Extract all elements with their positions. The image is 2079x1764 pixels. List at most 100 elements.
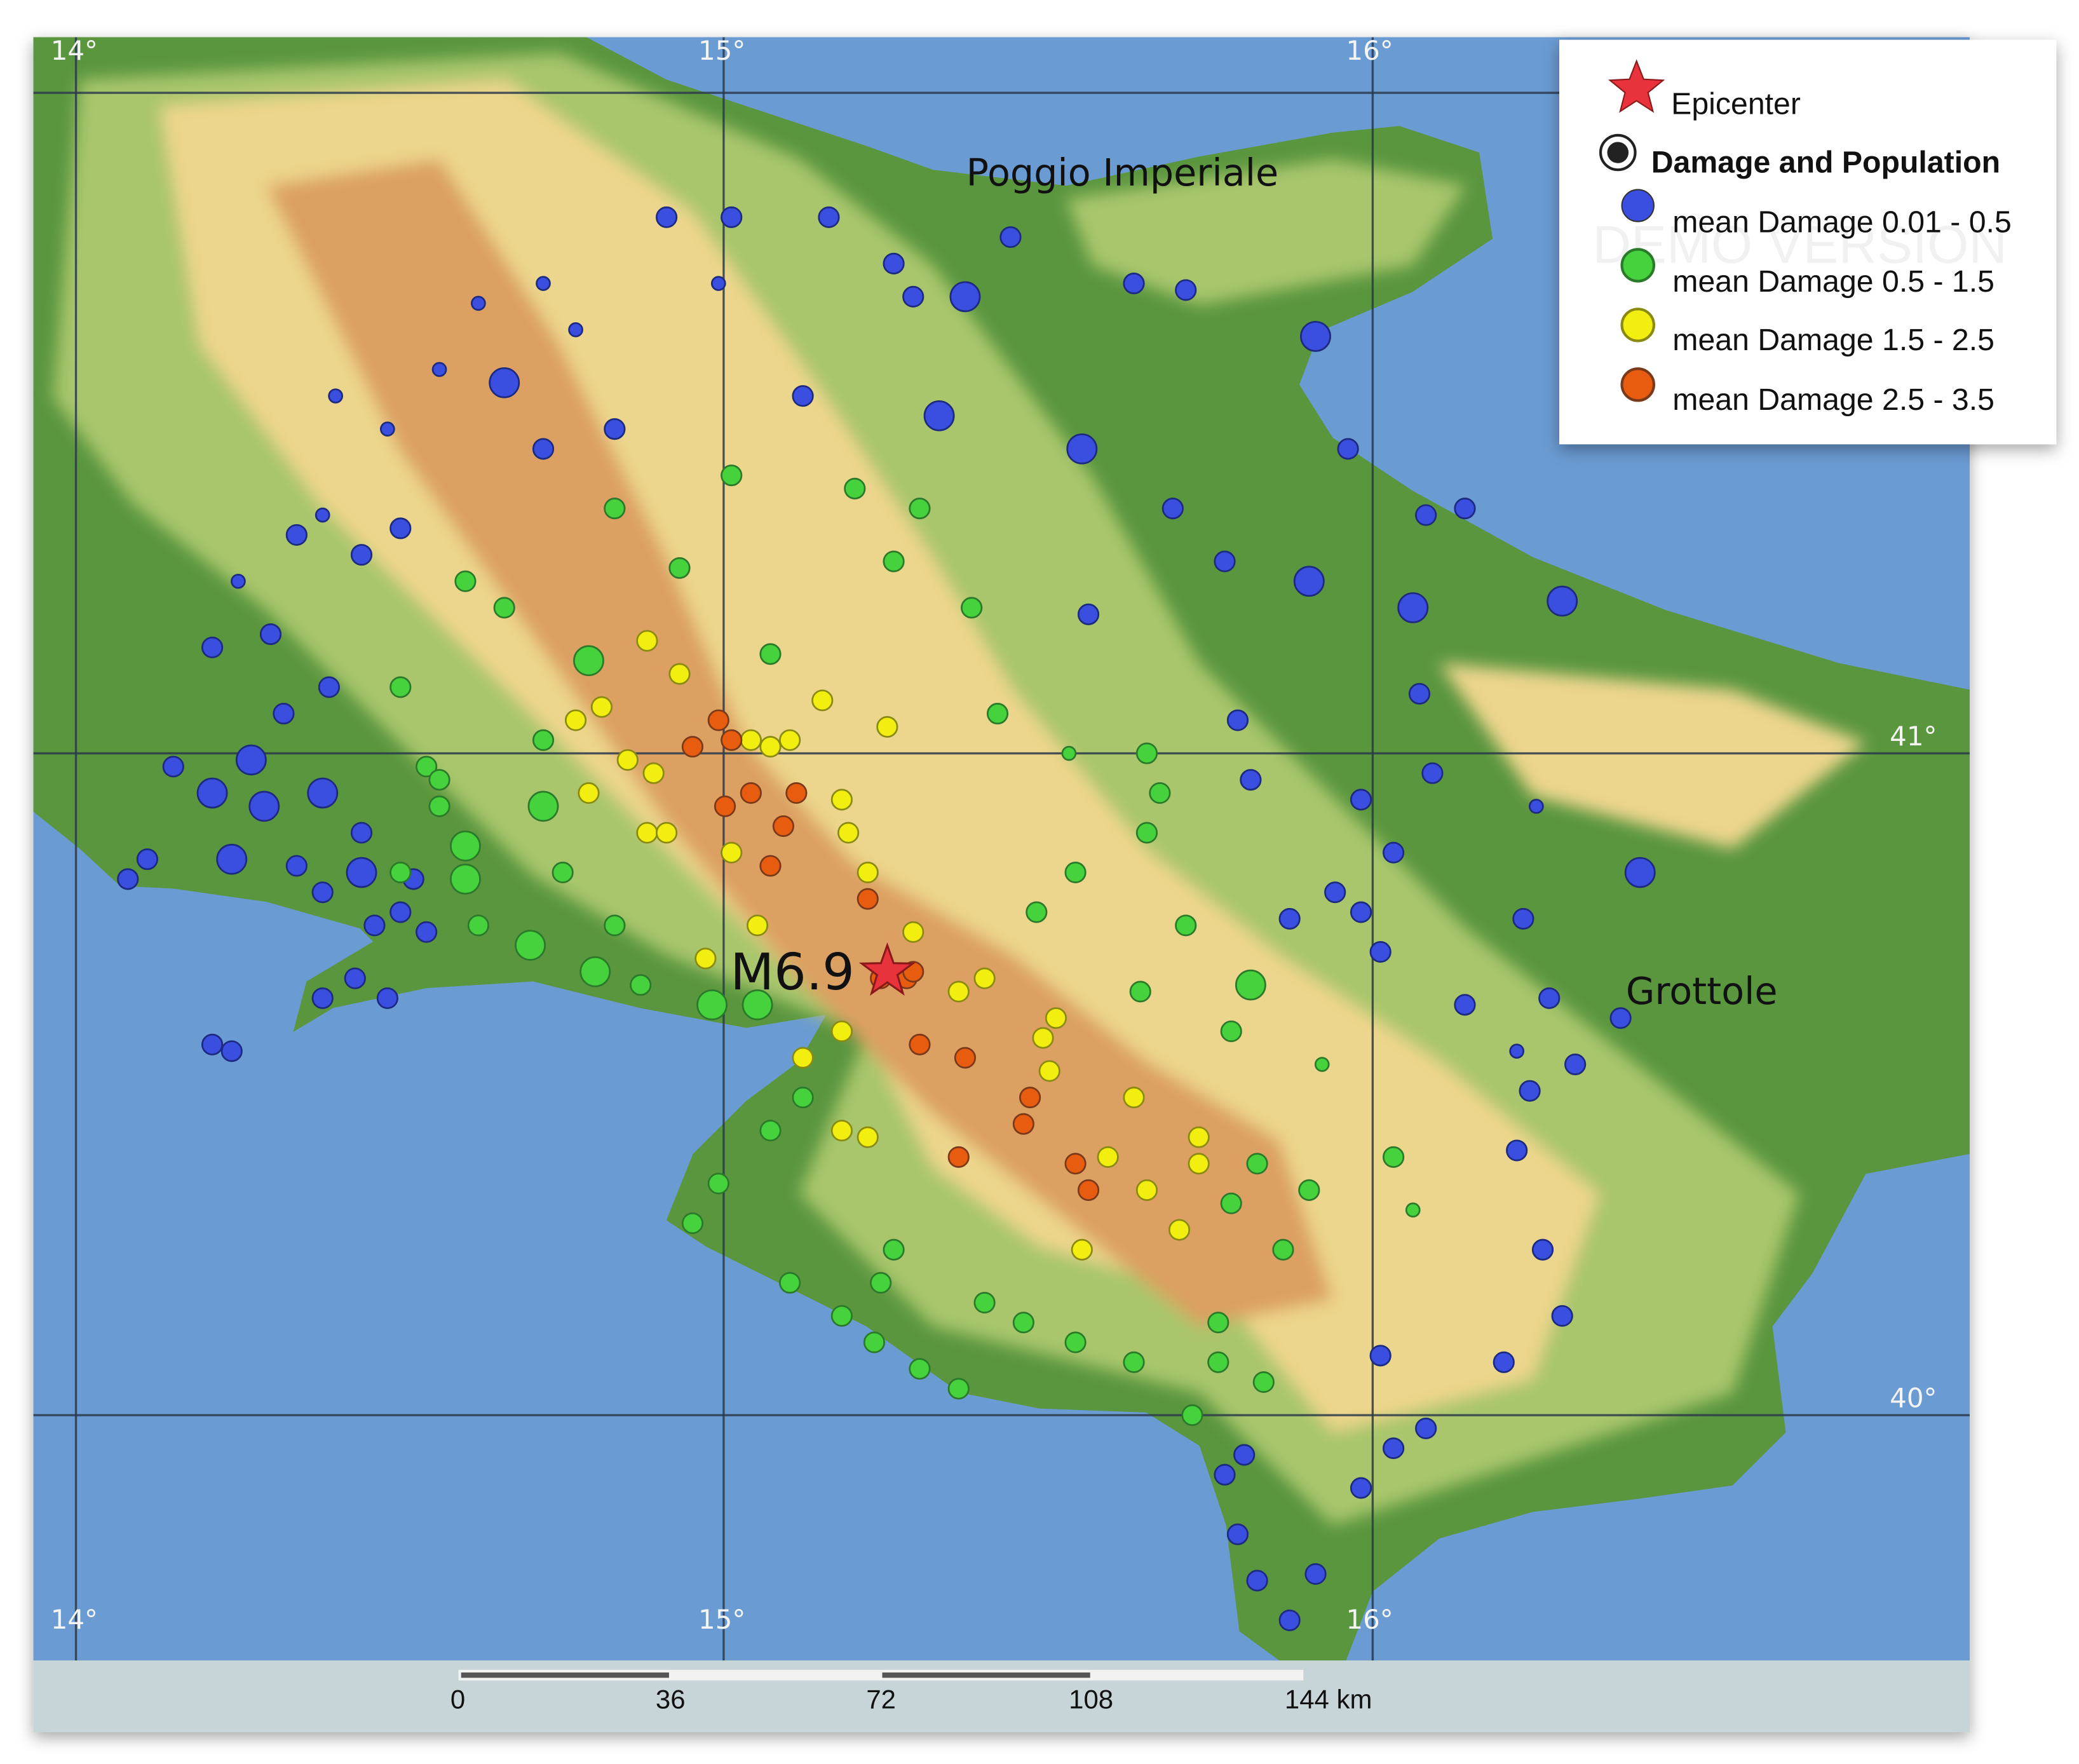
damage-point-class-0[interactable] (1214, 550, 1236, 573)
damage-point-class-1[interactable] (1061, 745, 1077, 761)
damage-point-class-0[interactable] (1421, 762, 1444, 784)
damage-point-class-0[interactable] (1538, 987, 1561, 1009)
damage-point-class-0[interactable] (489, 367, 520, 398)
damage-point-class-2[interactable] (1045, 1007, 1067, 1029)
damage-point-class-0[interactable] (710, 276, 726, 291)
damage-point-class-1[interactable] (1149, 782, 1171, 804)
damage-point-class-2[interactable] (721, 841, 743, 864)
damage-point-class-0[interactable] (1408, 682, 1431, 705)
damage-point-class-0[interactable] (363, 914, 386, 937)
damage-point-class-3[interactable] (954, 1047, 977, 1069)
damage-point-class-0[interactable] (1509, 1043, 1525, 1059)
damage-point-class-1[interactable] (681, 1212, 704, 1235)
damage-point-class-2[interactable] (1168, 1219, 1191, 1241)
damage-point-class-0[interactable] (1123, 273, 1145, 295)
damage-point-class-0[interactable] (344, 967, 366, 989)
damage-point-class-0[interactable] (1547, 585, 1578, 617)
damage-point-class-0[interactable] (1337, 438, 1359, 460)
damage-point-class-0[interactable] (1226, 709, 1249, 731)
damage-point-class-1[interactable] (1220, 1020, 1242, 1042)
damage-point-class-3[interactable] (1012, 1113, 1034, 1135)
damage-point-class-0[interactable] (721, 206, 743, 228)
damage-point-class-0[interactable] (318, 676, 341, 698)
damage-point-class-1[interactable] (1123, 1351, 1145, 1373)
damage-point-class-0[interactable] (1246, 1570, 1268, 1592)
damage-point-class-1[interactable] (909, 498, 931, 520)
damage-point-class-0[interactable] (162, 756, 184, 778)
damage-point-class-2[interactable] (1123, 1087, 1145, 1109)
damage-point-class-1[interactable] (1207, 1312, 1229, 1334)
damage-point-class-1[interactable] (579, 956, 611, 987)
damage-point-class-1[interactable] (389, 862, 412, 884)
damage-point-class-1[interactable] (779, 1272, 801, 1294)
damage-point-class-1[interactable] (844, 477, 866, 499)
damage-point-class-0[interactable] (532, 438, 555, 460)
damage-point-class-0[interactable] (311, 987, 334, 1009)
damage-point-class-3[interactable] (681, 736, 704, 758)
damage-point-class-0[interactable] (220, 1040, 243, 1062)
damage-point-class-1[interactable] (1383, 1146, 1405, 1168)
damage-point-class-3[interactable] (1064, 1153, 1087, 1175)
damage-point-class-0[interactable] (1214, 1463, 1236, 1486)
damage-point-class-0[interactable] (1278, 1609, 1301, 1631)
damage-point-class-0[interactable] (1350, 789, 1372, 811)
damage-point-class-1[interactable] (449, 864, 481, 895)
damage-point-class-1[interactable] (389, 676, 412, 698)
damage-point-class-1[interactable] (668, 557, 691, 579)
damage-point-class-0[interactable] (1454, 498, 1476, 520)
damage-point-class-1[interactable] (1235, 969, 1266, 1001)
damage-point-class-0[interactable] (1350, 901, 1372, 923)
damage-point-class-2[interactable] (857, 1126, 879, 1148)
damage-point-class-2[interactable] (811, 689, 834, 712)
damage-point-class-3[interactable] (721, 729, 743, 751)
damage-point-class-1[interactable] (1026, 901, 1048, 923)
damage-map[interactable]: 14° 15° 16° 14° 15° 16° 41° 40° Poggio I… (0, 0, 2079, 1764)
damage-point-class-0[interactable] (1161, 498, 1184, 520)
damage-point-class-0[interactable] (1564, 1054, 1587, 1076)
damage-point-class-2[interactable] (616, 749, 639, 771)
damage-point-class-0[interactable] (902, 285, 924, 308)
damage-point-class-1[interactable] (792, 1087, 814, 1109)
damage-point-class-1[interactable] (1064, 862, 1087, 884)
damage-point-class-0[interactable] (1493, 1351, 1515, 1373)
damage-point-class-2[interactable] (830, 1120, 853, 1142)
damage-point-class-1[interactable] (1298, 1179, 1320, 1201)
damage-point-class-0[interactable] (248, 790, 280, 822)
damage-point-class-2[interactable] (830, 789, 853, 811)
legend-layer-radio-icon[interactable] (1599, 133, 1637, 172)
damage-point-class-0[interactable] (1300, 321, 1331, 352)
damage-point-class-0[interactable] (231, 573, 246, 589)
damage-point-class-0[interactable] (259, 623, 282, 646)
damage-point-class-0[interactable] (328, 388, 343, 404)
damage-point-class-3[interactable] (947, 1146, 970, 1168)
damage-point-class-1[interactable] (515, 930, 546, 961)
damage-point-class-3[interactable] (759, 855, 782, 877)
damage-point-class-0[interactable] (923, 400, 955, 431)
damage-point-class-0[interactable] (117, 868, 139, 890)
damage-point-class-2[interactable] (1038, 1060, 1060, 1082)
damage-point-class-0[interactable] (949, 281, 981, 313)
damage-point-class-0[interactable] (235, 744, 267, 776)
damage-point-class-0[interactable] (1278, 907, 1301, 930)
damage-point-class-0[interactable] (315, 507, 330, 523)
damage-point-class-0[interactable] (1519, 1080, 1541, 1102)
damage-point-class-0[interactable] (285, 855, 308, 877)
damage-point-class-1[interactable] (696, 989, 728, 1021)
damage-point-class-0[interactable] (1531, 1238, 1554, 1261)
damage-point-class-0[interactable] (536, 276, 551, 291)
damage-point-class-2[interactable] (947, 980, 970, 1003)
damage-point-class-1[interactable] (947, 1378, 970, 1400)
damage-point-class-0[interactable] (1454, 994, 1476, 1016)
damage-point-class-1[interactable] (909, 1358, 931, 1380)
damage-point-class-0[interactable] (1350, 1477, 1372, 1499)
damage-point-class-0[interactable] (136, 848, 159, 871)
damage-point-class-1[interactable] (1207, 1351, 1229, 1373)
damage-point-class-1[interactable] (449, 831, 481, 862)
damage-point-class-2[interactable] (636, 822, 658, 844)
damage-point-class-0[interactable] (285, 524, 308, 546)
damage-point-class-0[interactable] (792, 385, 814, 407)
damage-point-class-1[interactable] (721, 465, 743, 487)
damage-point-class-3[interactable] (857, 888, 879, 910)
damage-point-class-0[interactable] (1397, 592, 1429, 623)
damage-point-class-2[interactable] (876, 716, 898, 738)
